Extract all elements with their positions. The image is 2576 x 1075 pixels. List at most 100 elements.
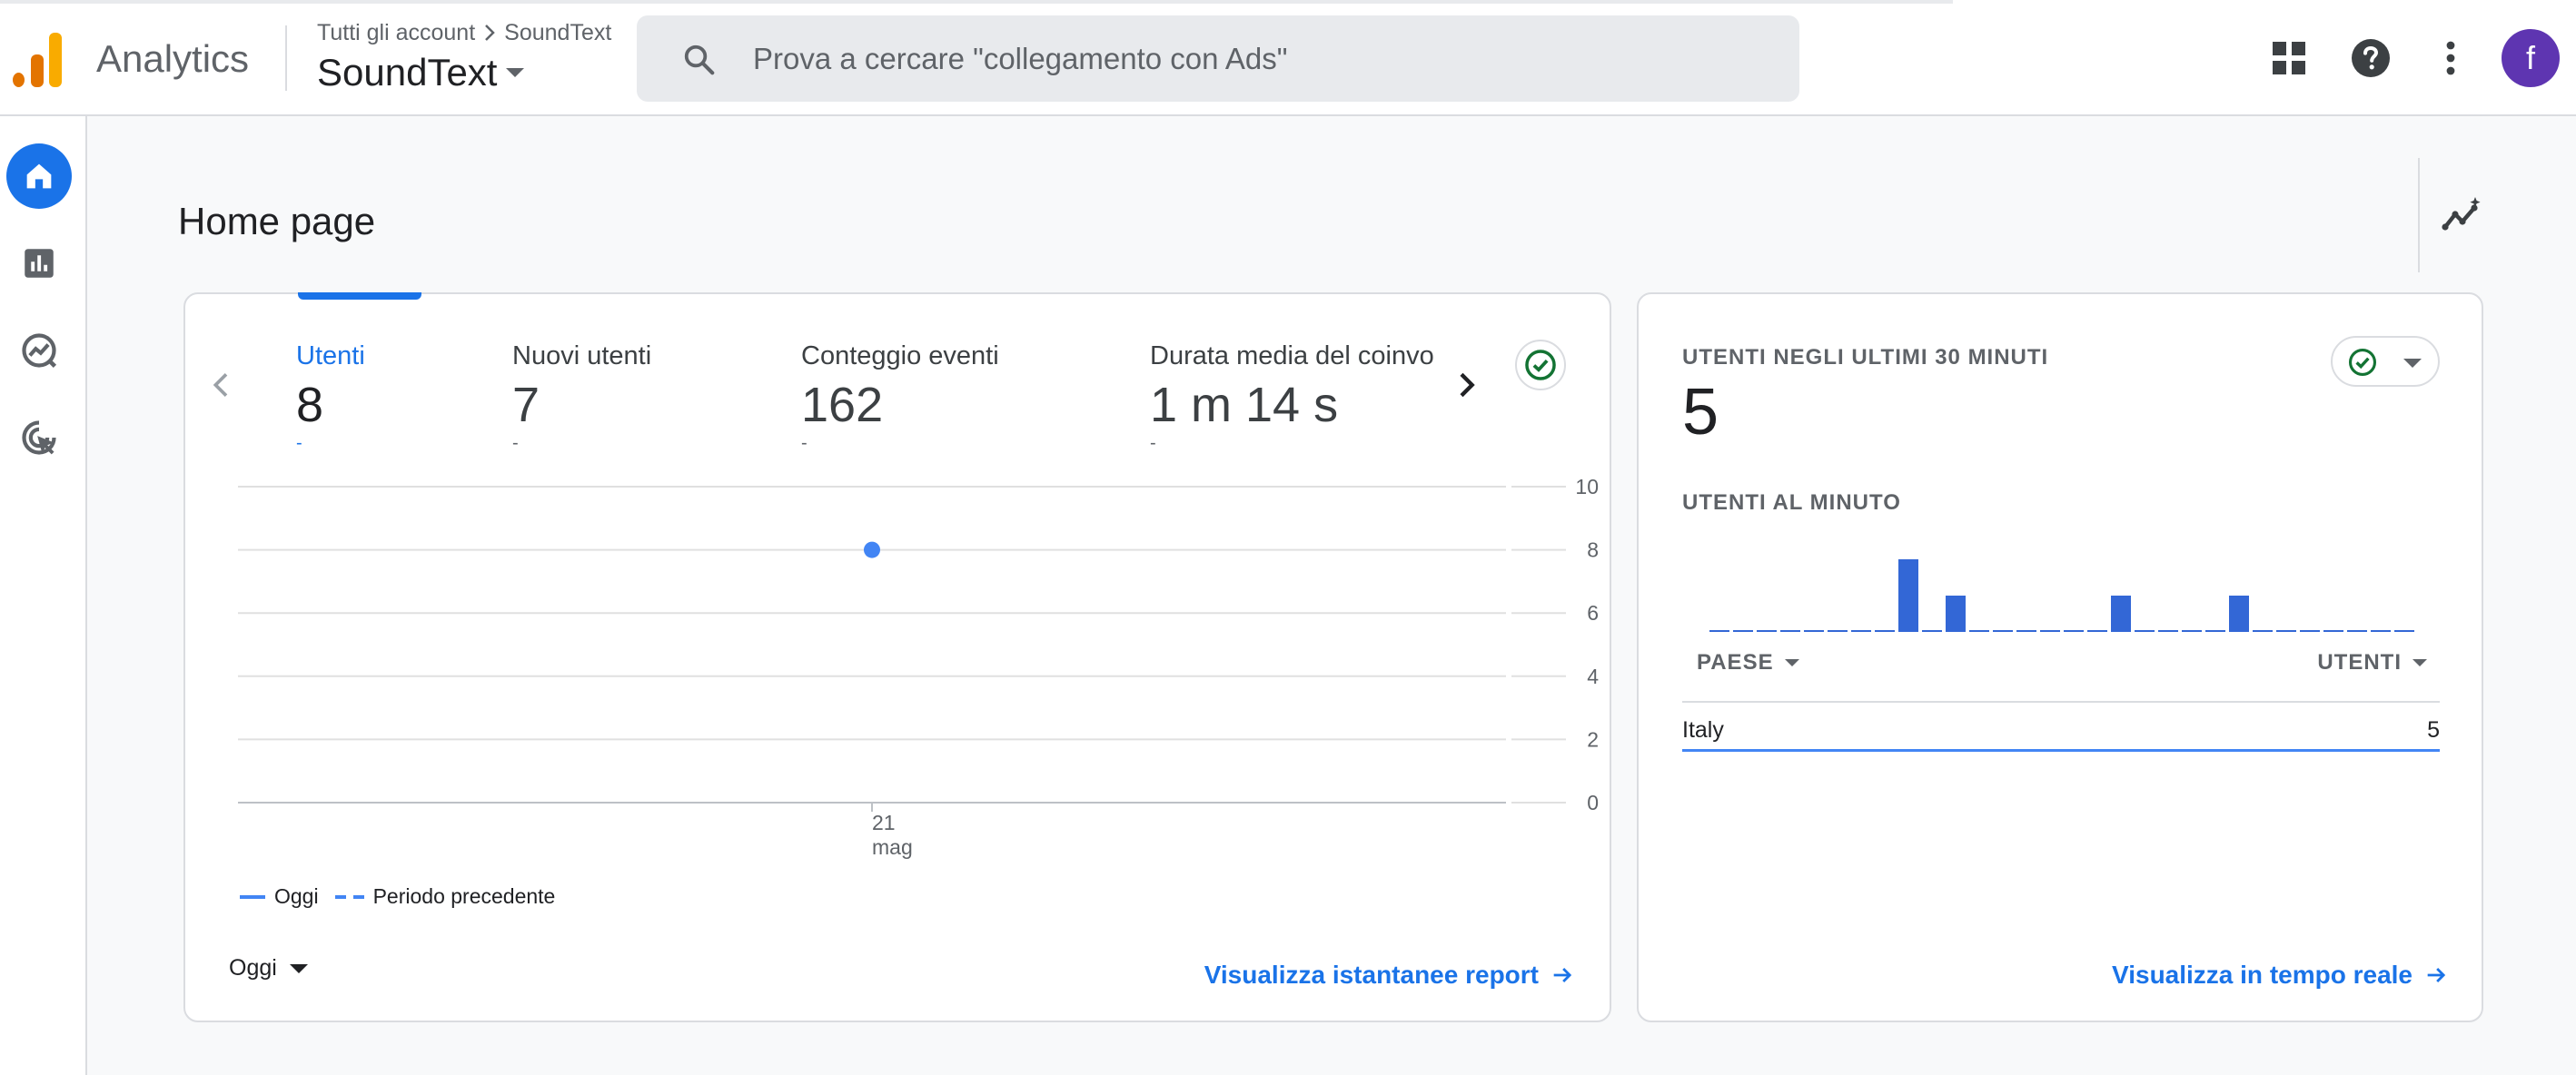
minute-bar (2347, 630, 2367, 632)
property-selector[interactable]: SoundText (317, 49, 525, 96)
minute-bar (2016, 630, 2036, 632)
date-range-value: Oggi (229, 955, 277, 981)
y-tick-label: 2 (1587, 727, 1599, 751)
minute-bar (2205, 630, 2225, 632)
property-name: SoundText (317, 51, 498, 94)
minute-bar (2276, 630, 2296, 632)
nav-home[interactable] (6, 143, 72, 209)
minute-bar (2087, 630, 2107, 632)
minute-bar (2064, 630, 2084, 632)
nav-explore[interactable] (6, 318, 72, 383)
minute-bar (1804, 630, 1824, 632)
minute-bar (1780, 630, 1800, 632)
legend-label-current: Oggi (274, 884, 319, 908)
column-users-label: UTENTI (2317, 650, 2402, 675)
minute-bar (1757, 630, 1777, 632)
y-tick-label: 10 (1575, 475, 1599, 498)
minute-bar (1875, 630, 1895, 632)
view-realtime-link[interactable]: Visualizza in tempo reale (2112, 961, 2449, 990)
users-line-chart: 0 2 4 6 8 10 21 mag (238, 475, 1599, 859)
minute-bar (2229, 596, 2249, 632)
minute-bar (1709, 630, 1729, 632)
minute-bar (2040, 630, 2060, 632)
caret-down-icon (289, 963, 308, 973)
breadcrumb[interactable]: Tutti gli account SoundText (317, 18, 611, 47)
help-icon[interactable] (2349, 36, 2393, 80)
reports-icon (25, 249, 54, 278)
minute-bar (1898, 559, 1918, 632)
top-progress-strip (0, 0, 1953, 4)
minute-bar (2394, 630, 2414, 632)
caret-down-icon (506, 68, 525, 77)
view-report-snapshot-link[interactable]: Visualizza istantanee report (1204, 961, 1575, 990)
column-country-label: PAESE (1697, 650, 1774, 675)
minute-bar (1946, 596, 1966, 632)
title-divider (2418, 158, 2420, 272)
link-label: Visualizza in tempo reale (2112, 961, 2413, 989)
x-tick-label: 21 mag (872, 811, 913, 859)
header-divider (285, 25, 287, 91)
minute-bar (1969, 630, 1989, 632)
check-circle-icon (2348, 348, 2377, 377)
minute-bar (1851, 630, 1871, 632)
minute-bar (2111, 596, 2131, 632)
minute-bar (1733, 630, 1753, 632)
left-nav (0, 116, 87, 1075)
minute-bar (1922, 630, 1942, 632)
minute-bar (1828, 630, 1848, 632)
avatar[interactable]: f (2502, 29, 2560, 87)
chart-legend: Oggi Periodo precedente (240, 884, 555, 909)
caret-down-icon (2403, 359, 2422, 368)
legend-swatch-current (240, 894, 265, 899)
column-users[interactable]: UTENTI (2317, 650, 2427, 676)
minute-bar (2135, 630, 2155, 632)
search-icon (684, 44, 715, 75)
caret-down-icon (1784, 659, 1799, 666)
country-cell: Italy (1682, 717, 1724, 743)
table-divider (1682, 701, 2440, 703)
date-range-selector[interactable]: Oggi (229, 955, 308, 981)
minute-bar (2300, 630, 2320, 632)
users-per-minute-chart (1709, 559, 2414, 632)
minute-bar (1993, 630, 2013, 632)
realtime-quality-select[interactable] (2331, 336, 2440, 387)
link-label: Visualizza istantanee report (1204, 961, 1539, 989)
apps-grid-icon[interactable] (2267, 36, 2311, 80)
explore-icon (22, 333, 57, 369)
column-country[interactable]: PAESE (1697, 650, 1799, 676)
users-cell: 5 (2427, 717, 2440, 743)
chevron-right-icon (485, 25, 495, 41)
nav-advertising[interactable] (6, 405, 72, 470)
caret-down-icon (2413, 659, 2427, 666)
minute-bar (2182, 630, 2202, 632)
table-row[interactable]: Italy 5 (1682, 710, 2440, 752)
arrow-right-icon (1553, 968, 1572, 982)
realtime-heading: UTENTI NEGLI ULTIMI 30 MINUTI (1682, 345, 2049, 370)
minute-bar (2158, 630, 2178, 632)
data-point-oggi (864, 541, 880, 558)
realtime-value: 5 (1682, 376, 1719, 449)
y-tick-label: 8 (1587, 538, 1599, 562)
search-input[interactable] (753, 34, 1752, 84)
arrow-right-icon (2427, 968, 2446, 982)
page-title: Home page (178, 200, 376, 242)
legend-swatch-previous (334, 894, 364, 899)
search-bar[interactable] (637, 15, 1799, 102)
top-app-bar: Analytics Tutti gli account SoundText So… (0, 0, 2576, 116)
overview-card: Utenti 8 - Nuovi utenti 7 - Conteggio ev… (183, 292, 1611, 1022)
minute-bar (2323, 630, 2343, 632)
insights-icon[interactable] (2440, 194, 2483, 238)
y-tick-label: 0 (1587, 791, 1599, 814)
breadcrumb-account[interactable]: Tutti gli account (317, 18, 475, 47)
per-minute-label: UTENTI AL MINUTO (1682, 490, 1901, 515)
home-icon (26, 163, 52, 189)
app-name: Analytics (96, 37, 250, 80)
minute-bar (2253, 630, 2273, 632)
nav-reports[interactable] (6, 231, 72, 296)
more-vert-icon[interactable] (2429, 36, 2472, 80)
minute-bar (2371, 630, 2391, 632)
legend-label-previous: Periodo precedente (372, 884, 556, 908)
breadcrumb-property[interactable]: SoundText (504, 18, 611, 47)
analytics-logo[interactable] (13, 31, 64, 87)
realtime-card: UTENTI NEGLI ULTIMI 30 MINUTI 5 UTENTI A… (1637, 292, 2483, 1022)
